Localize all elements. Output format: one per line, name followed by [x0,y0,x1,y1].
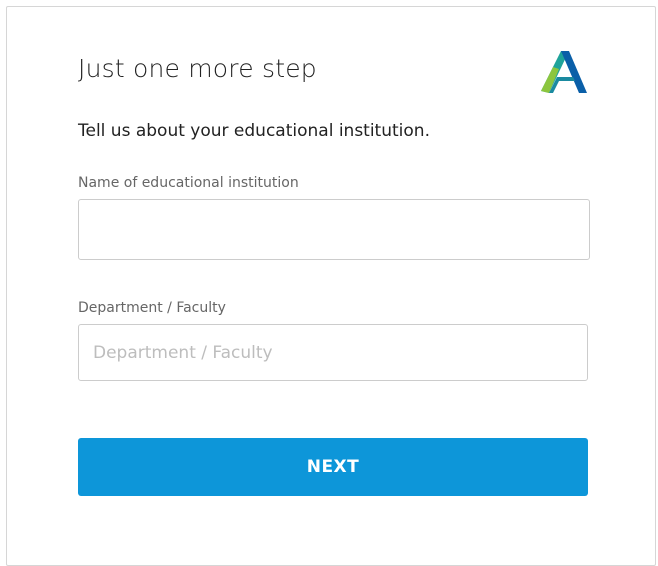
department-input[interactable] [78,324,588,381]
institution-label: Name of educational institution [78,175,299,191]
department-label: Department / Faculty [78,300,226,316]
autodesk-logo-icon [541,51,587,93]
intro-text: Tell us about your educational instituti… [78,121,430,141]
next-button[interactable]: NEXT [78,438,588,496]
institution-input[interactable] [78,199,590,260]
page-title: Just one more step [78,54,317,83]
